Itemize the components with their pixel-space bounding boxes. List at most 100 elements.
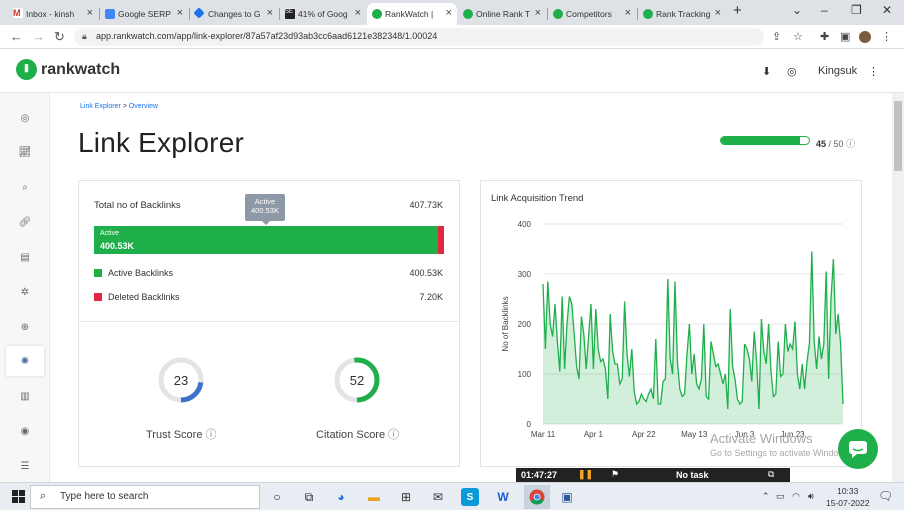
rankwatch-icon bbox=[553, 9, 563, 19]
sidebar-item-tools[interactable]: ✲ bbox=[0, 277, 50, 307]
dashboard-icon: ◎ bbox=[20, 112, 30, 124]
tray-chevron-icon[interactable]: ⌃ bbox=[762, 491, 770, 502]
backlinks-total: 407.73K bbox=[409, 200, 443, 210]
notifications-icon[interactable]: 🗨︎ bbox=[878, 489, 893, 503]
deleted-backlinks-label: Deleted Backlinks bbox=[108, 292, 180, 302]
rankwatch-icon bbox=[643, 9, 653, 19]
rankwatch-logo[interactable]: ⫴ rankwatch bbox=[16, 59, 120, 80]
info-icon[interactable]: ⓘ bbox=[388, 429, 399, 441]
close-tab-icon[interactable]: × bbox=[87, 7, 93, 19]
reload-icon[interactable]: ↻ bbox=[54, 29, 65, 45]
profile-avatar[interactable] bbox=[859, 31, 871, 43]
close-window-icon[interactable]: ✕ bbox=[882, 3, 892, 17]
edge-icon[interactable]: ◕ bbox=[332, 488, 350, 506]
share-icon[interactable]: ⇪ bbox=[772, 30, 781, 43]
info-icon[interactable]: ⓘ bbox=[206, 429, 217, 441]
close-tab-icon[interactable]: × bbox=[267, 7, 273, 19]
sidebar-item-dashboard[interactable]: ◎ bbox=[0, 103, 50, 133]
close-tab-icon[interactable]: × bbox=[625, 7, 631, 19]
report-icon: ▤ bbox=[20, 251, 30, 263]
pause-icon[interactable]: ❚❚ bbox=[578, 469, 593, 480]
task-view-icon[interactable]: ⧉ bbox=[300, 488, 318, 506]
open-external-icon[interactable]: ⧉ bbox=[768, 469, 774, 480]
close-tab-icon[interactable]: × bbox=[715, 7, 721, 19]
app-icon[interactable]: ▣ bbox=[558, 488, 576, 506]
tab-rankwatch[interactable]: RankWatch | × bbox=[367, 3, 457, 25]
trend-title: Link Acquisition Trend bbox=[491, 193, 584, 204]
sidebar-item-list[interactable]: ☰ bbox=[0, 451, 50, 481]
page-scrollbar[interactable] bbox=[892, 93, 904, 482]
tab-competitors[interactable]: Competitors × bbox=[548, 3, 636, 25]
x-tick-label: Mar 11 bbox=[531, 430, 556, 439]
sidebar: ◎ 📈︎ ⌕ 🔗︎ ▤ ✲ ⊕ ✺ ▥ ◉ ☰ bbox=[0, 93, 50, 482]
tab-online-rank[interactable]: Online Rank T × bbox=[458, 3, 546, 25]
url-input[interactable]: 🔒︎ app.rankwatch.com/app/link-explorer/8… bbox=[74, 28, 764, 46]
user-menu-icon[interactable]: ⋮ bbox=[868, 65, 879, 78]
taskbar-search-input[interactable]: ⌕ Type here to search bbox=[30, 485, 260, 509]
breadcrumb-link[interactable]: Link Explorer bbox=[80, 103, 121, 110]
chrome-taskbar-icon[interactable] bbox=[524, 485, 550, 509]
sidebar-item-global[interactable]: ⊕ bbox=[0, 312, 50, 342]
maximize-icon[interactable]: ❐ bbox=[851, 3, 862, 17]
close-tab-icon[interactable]: × bbox=[446, 7, 452, 19]
gear-icon: ✺ bbox=[20, 355, 30, 367]
sidebar-item-reports[interactable]: ▤ bbox=[0, 242, 50, 272]
new-tab-button[interactable]: + bbox=[733, 2, 742, 19]
quota-text: 45 / 50 ⓘ bbox=[816, 139, 856, 149]
close-tab-icon[interactable]: × bbox=[535, 7, 541, 19]
tab-seo[interactable]: SE 41% of Goog × bbox=[280, 3, 366, 25]
chat-button[interactable] bbox=[838, 429, 878, 469]
forward-icon[interactable]: → bbox=[32, 29, 45, 44]
timer-task: No task bbox=[676, 470, 709, 480]
user-name[interactable]: Kingsuk bbox=[818, 65, 857, 77]
app-header: ⫴ rankwatch ⬇ ◎ Kingsuk ⋮ bbox=[0, 49, 904, 93]
sidebar-item-bar-chart[interactable]: ▥ bbox=[0, 381, 50, 411]
minimize-icon[interactable]: – bbox=[821, 3, 828, 17]
store-icon[interactable]: ⊞ bbox=[397, 488, 415, 506]
taskbar-clock[interactable]: 10:33 15-07-2022 bbox=[826, 485, 869, 509]
backlinks-bar[interactable]: Active 400.53K bbox=[94, 226, 444, 254]
timer-elapsed: 01:47:27 bbox=[521, 470, 558, 480]
bar-tooltip: Active 400.53K bbox=[245, 194, 285, 225]
side-panel-icon[interactable]: ▣ bbox=[840, 30, 850, 43]
wifi-icon[interactable]: ◠ bbox=[792, 491, 800, 502]
mail-icon[interactable]: ✉ bbox=[429, 488, 447, 506]
tab-rank-tracking[interactable]: Rank Tracking × bbox=[638, 3, 726, 25]
y-tick-label: 300 bbox=[518, 270, 532, 279]
list-icon: ☰ bbox=[20, 460, 30, 472]
active-backlinks-label: Active Backlinks bbox=[108, 268, 174, 278]
tab-search-icon[interactable]: ⌄ bbox=[792, 3, 802, 17]
y-axis-label: No of Backlinks bbox=[501, 296, 510, 351]
sidebar-item-settings[interactable]: ◉ bbox=[0, 416, 50, 446]
cortana-icon[interactable]: ○ bbox=[268, 488, 286, 506]
windows-start-icon[interactable] bbox=[12, 490, 26, 504]
sidebar-item-links[interactable]: 🔗︎ bbox=[0, 207, 50, 237]
sidebar-item-search[interactable]: ⌕ bbox=[0, 172, 50, 202]
deleted-segment[interactable] bbox=[437, 226, 444, 254]
support-icon[interactable]: ◎ bbox=[787, 65, 797, 78]
word-icon[interactable]: W bbox=[494, 488, 512, 506]
back-icon[interactable]: ← bbox=[10, 29, 23, 44]
tab-changes[interactable]: Changes to G × bbox=[190, 3, 278, 25]
tab-google-serp[interactable]: Google SERP × bbox=[100, 3, 188, 25]
trend-chart[interactable]: 0100200300400Mar 11 Apr 1 Apr 22 May 13 Jun … bbox=[481, 207, 861, 467]
sidebar-item-analytics[interactable]: 📈︎ bbox=[0, 137, 50, 167]
battery-icon[interactable]: ▭ bbox=[776, 491, 785, 502]
sidebar-item-link-explorer[interactable]: ✺ bbox=[6, 346, 44, 376]
citation-score-gauge: 52 bbox=[334, 357, 380, 403]
close-tab-icon[interactable]: × bbox=[177, 7, 183, 19]
skype-icon[interactable]: S bbox=[461, 488, 479, 506]
tab-gmail[interactable]: M Inbox - kinsh × bbox=[8, 3, 98, 25]
download-icon[interactable]: ⬇ bbox=[762, 65, 771, 78]
file-explorer-icon[interactable]: ▬ bbox=[365, 488, 383, 506]
page-title: Link Explorer bbox=[78, 127, 245, 158]
close-tab-icon[interactable]: × bbox=[355, 7, 361, 19]
chrome-menu-icon[interactable]: ⋮ bbox=[881, 30, 892, 43]
backlinks-card: Total no of Backlinks 407.73K Active 400… bbox=[78, 180, 460, 467]
citation-score-value: 52 bbox=[350, 373, 364, 388]
bookmark-icon[interactable]: ☆ bbox=[793, 30, 803, 43]
extensions-icon[interactable]: ✚ bbox=[820, 30, 829, 43]
flag-icon[interactable]: ⚑ bbox=[611, 469, 619, 480]
volume-icon[interactable]: 🔊︎ bbox=[808, 491, 814, 502]
info-icon[interactable]: ⓘ bbox=[846, 139, 855, 149]
